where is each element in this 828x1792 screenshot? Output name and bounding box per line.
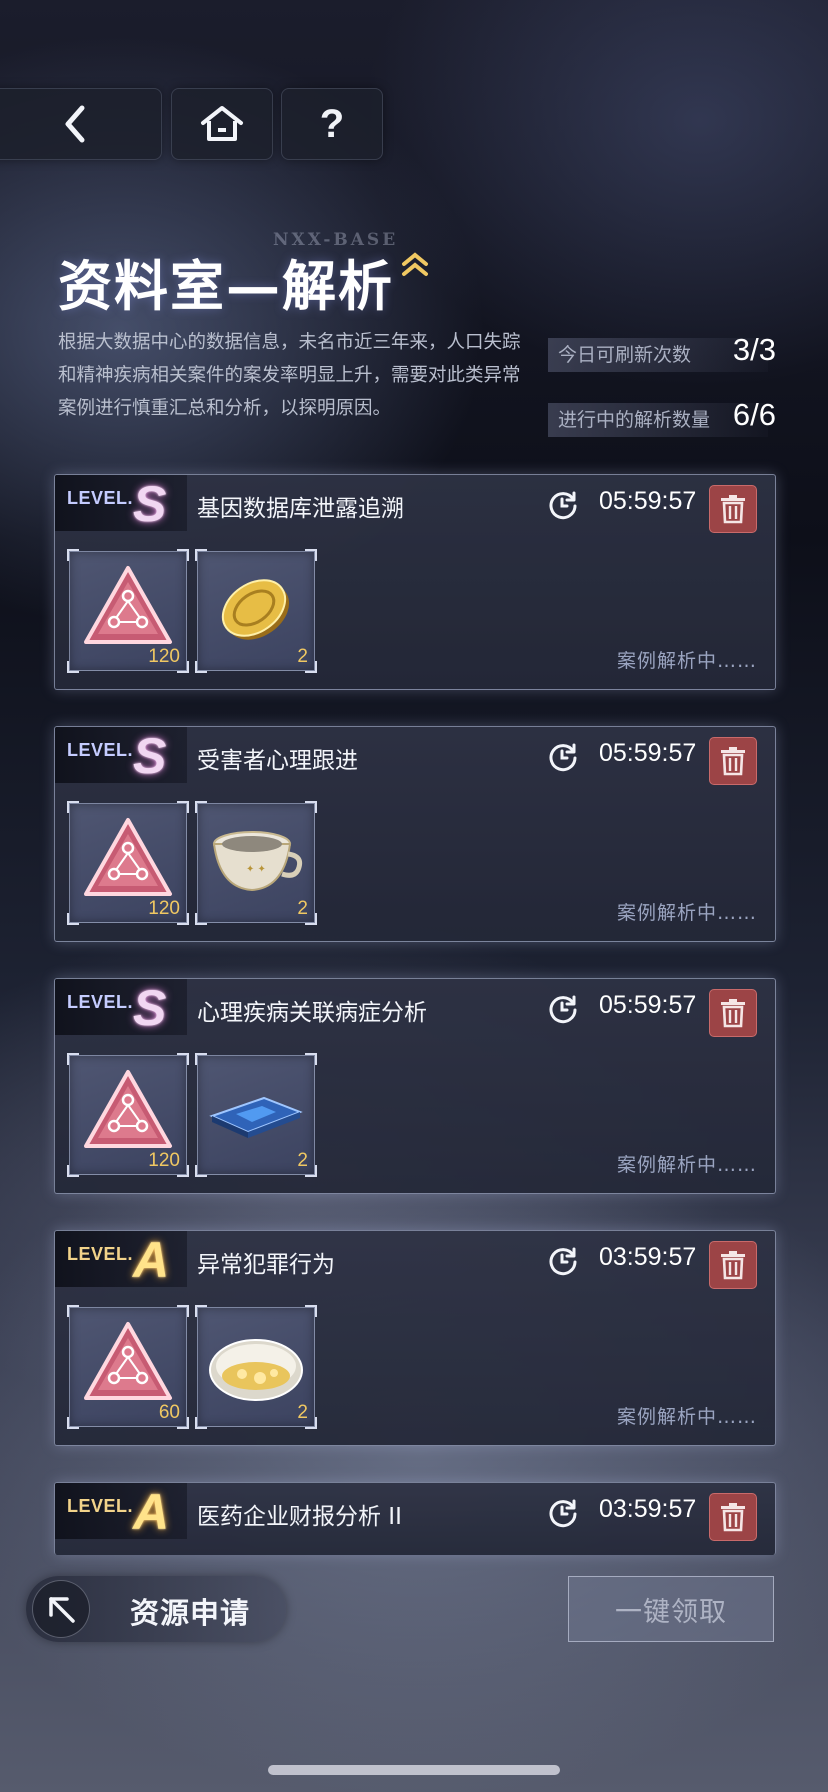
gold-coin-icon (221, 579, 290, 640)
trash-icon (721, 999, 745, 1028)
item-quantity: 2 (297, 1402, 308, 1423)
double-chevron-up-icon (402, 252, 428, 276)
case-card[interactable]: LEVEL. S 受害者心理跟进 05:59:57 120 ✦ ✦ 2 案例解析… (54, 726, 776, 942)
home-indicator[interactable] (268, 1765, 560, 1775)
reward-slot[interactable]: 120 (67, 801, 189, 925)
clock-icon (549, 1499, 577, 1528)
countdown-timer: 05:59:57 (599, 991, 697, 1019)
delete-button[interactable] (709, 989, 757, 1037)
case-card[interactable]: LEVEL. A 医药企业财报分析 II 03:59:57 (54, 1482, 776, 1555)
triangle-chip-icon (84, 566, 172, 644)
triangle-chip-icon (84, 1070, 172, 1148)
countdown-timer: 05:59:57 (599, 739, 697, 767)
delete-button[interactable] (709, 1241, 757, 1289)
clock-icon (549, 491, 577, 520)
level-prefix: LEVEL. (67, 488, 134, 508)
refresh-count-value: 3/3 (732, 332, 776, 367)
teacup-icon: ✦ ✦ (212, 831, 303, 892)
countdown-timer: 05:59:57 (599, 487, 697, 515)
analysis-status: 案例解析中…… (616, 902, 757, 924)
chevron-left-icon (65, 105, 85, 143)
triangle-chip-icon (84, 1322, 172, 1400)
analysis-status: 案例解析中…… (616, 1406, 757, 1428)
level-badge: LEVEL. A (55, 1483, 187, 1539)
case-card[interactable]: LEVEL. A 异常犯罪行为 03:59:57 60 2 案例解析中…… (54, 1230, 776, 1446)
resource-request-label: 资源申请 (130, 1596, 251, 1630)
level-prefix: LEVEL. (67, 992, 134, 1012)
item-quantity: 120 (148, 646, 180, 667)
reward-slot[interactable]: 2 (195, 1053, 317, 1177)
item-quantity: 60 (158, 1402, 180, 1423)
help-button[interactable]: ? (281, 88, 383, 160)
case-card[interactable]: LEVEL. S 心理疾病关联病症分析 05:59:57 120 2 案例解析中… (54, 978, 776, 1194)
case-title: 基因数据库泄露追溯 (197, 496, 404, 522)
clock-icon (549, 1247, 577, 1276)
trash-icon (721, 747, 745, 776)
analysis-status: 案例解析中…… (616, 1154, 757, 1176)
trash-icon (721, 1251, 745, 1280)
level-prefix: LEVEL. (67, 1496, 134, 1516)
level-grade: A (133, 1484, 170, 1540)
countdown-timer: 03:59:57 (599, 1243, 697, 1271)
arrow-up-left-icon (32, 1580, 90, 1638)
clock-icon (549, 995, 577, 1024)
reward-slot[interactable]: 120 (67, 549, 189, 673)
home-button[interactable] (171, 88, 273, 160)
level-prefix: LEVEL. (67, 1244, 134, 1264)
reward-slot[interactable]: 60 (67, 1305, 189, 1429)
reward-slot[interactable]: 2 (195, 549, 317, 673)
page-description: 根据大数据中心的数据信息，未名市近三年来，人口失踪和精神疾病相关案件的案发率明显… (58, 332, 521, 419)
case-title: 医药企业财报分析 II (197, 1504, 402, 1530)
level-badge: LEVEL. A (55, 1231, 187, 1287)
item-quantity: 2 (297, 646, 308, 667)
level-badge: LEVEL. S (55, 727, 187, 783)
delete-button[interactable] (709, 737, 757, 785)
delete-button[interactable] (709, 485, 757, 533)
active-analysis-value: 6/6 (732, 397, 776, 432)
reward-slot[interactable]: ✦ ✦ 2 (195, 801, 317, 925)
reward-slot[interactable]: 2 (195, 1305, 317, 1429)
glass-dish-icon (209, 1339, 303, 1401)
item-quantity: 2 (297, 898, 308, 919)
case-card[interactable]: LEVEL. S 基因数据库泄露追溯 05:59:57 120 2 案例解析中…… (54, 474, 776, 690)
level-grade: S (133, 476, 167, 532)
item-quantity: 120 (148, 898, 180, 919)
level-badge: LEVEL. S (55, 979, 187, 1035)
resource-request-button[interactable]: 资源申请 (26, 1576, 286, 1642)
level-grade: S (133, 728, 167, 784)
svg-text:✦ ✦: ✦ ✦ (246, 864, 266, 875)
back-button[interactable] (0, 88, 162, 160)
item-quantity: 120 (148, 1150, 180, 1171)
level-prefix: LEVEL. (67, 740, 134, 760)
triangle-chip-icon (84, 818, 172, 896)
level-grade: S (133, 980, 167, 1036)
countdown-timer: 03:59:57 (599, 1495, 697, 1523)
case-title: 心理疾病关联病症分析 (197, 1000, 427, 1026)
clock-icon (549, 743, 577, 772)
claim-all-button[interactable]: 一键领取 (568, 1576, 774, 1642)
analysis-status: 案例解析中…… (616, 650, 757, 672)
case-title: 受害者心理跟进 (197, 748, 358, 774)
reward-slot[interactable]: 120 (67, 1053, 189, 1177)
level-badge: LEVEL. S (55, 475, 187, 531)
page-title: 资料室—解析 (58, 254, 394, 318)
delete-button[interactable] (709, 1493, 757, 1541)
trash-icon (721, 1503, 745, 1532)
trash-icon (721, 495, 745, 524)
case-title: 异常犯罪行为 (197, 1252, 335, 1278)
item-quantity: 2 (297, 1150, 308, 1171)
help-icon: ? (319, 101, 345, 146)
home-icon (201, 106, 243, 141)
blue-chip-board-icon (209, 1096, 303, 1138)
level-grade: A (133, 1232, 170, 1288)
